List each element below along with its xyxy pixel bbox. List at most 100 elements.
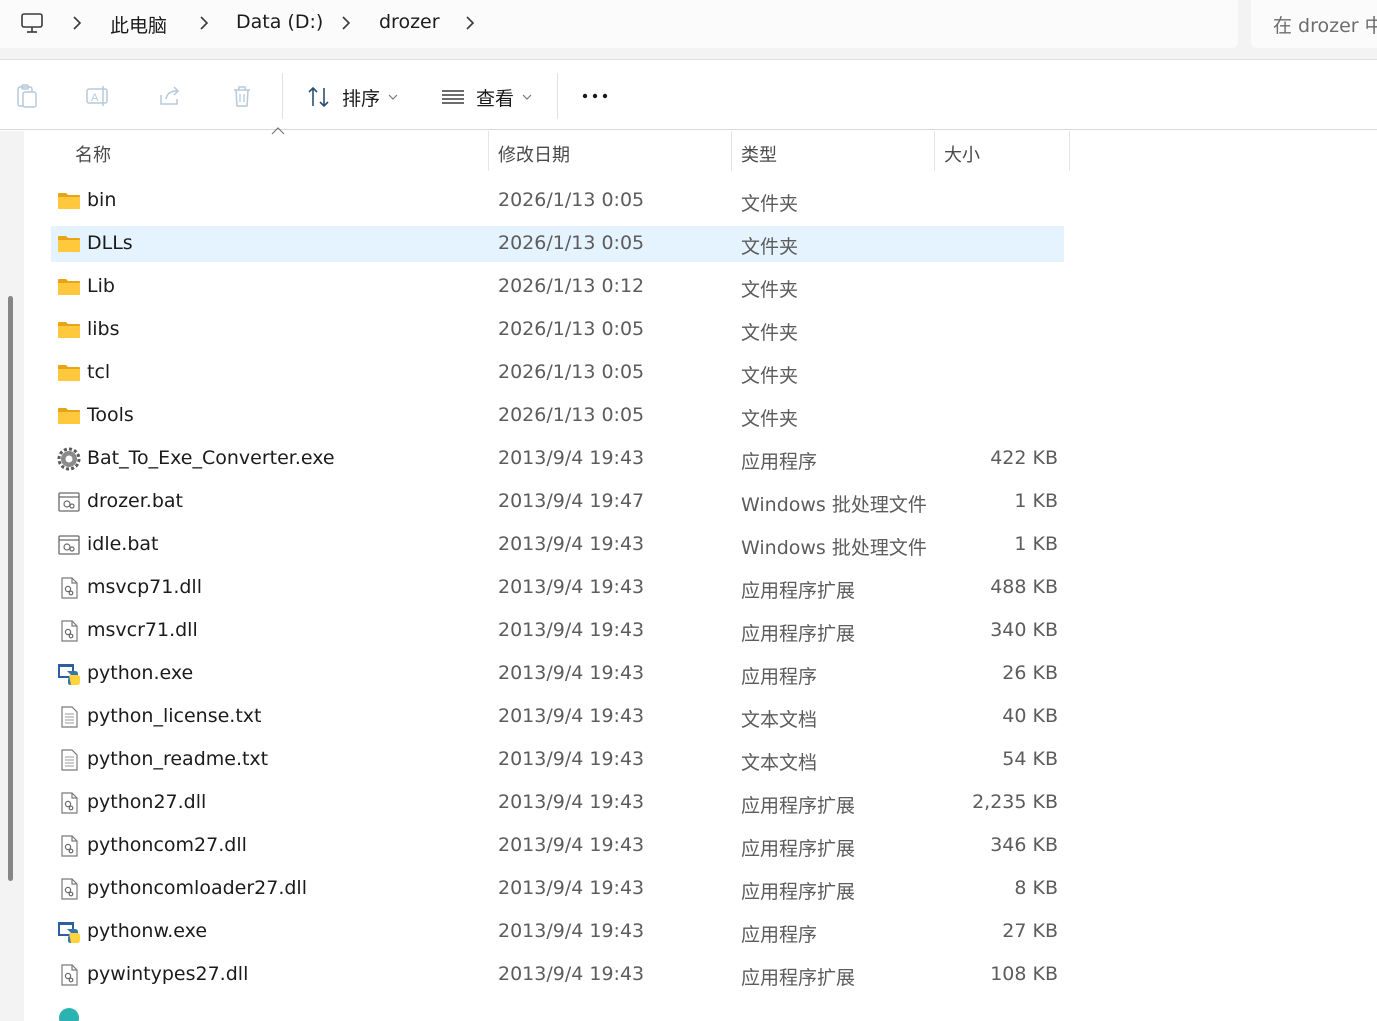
dll-file-icon xyxy=(57,791,81,815)
file-row[interactable]: python27.dll 2013/9/4 19:43 应用程序扩展 2,235 KB xyxy=(51,785,1064,821)
file-row[interactable]: idle.bat 2013/9/4 19:43 Windows 批处理文件 1 KB xyxy=(51,527,1064,563)
folder-icon xyxy=(57,361,81,385)
toolbar-divider xyxy=(282,73,283,119)
file-name: python27.dll xyxy=(87,791,207,813)
view-list-icon xyxy=(442,90,464,104)
file-row[interactable]: pythonw.exe 2013/9/4 19:43 应用程序 27 KB xyxy=(51,914,1064,950)
column-divider[interactable] xyxy=(934,131,935,171)
file-type: 文件夹 xyxy=(741,365,799,387)
search-input[interactable]: 在 drozer 中搜索 xyxy=(1273,11,1377,38)
python-icon xyxy=(57,662,81,686)
column-date-modified[interactable]: 修改日期 xyxy=(498,131,570,171)
file-size: 346 KB xyxy=(990,834,1058,856)
sort-ascending-icon xyxy=(271,127,285,135)
file-row[interactable]: pythoncom27.dll 2013/9/4 19:43 应用程序扩展 346 K… xyxy=(51,828,1064,864)
breadcrumb-folder[interactable]: drozer xyxy=(379,11,440,33)
dll-file-icon xyxy=(57,963,81,987)
file-name: bin xyxy=(87,189,117,211)
column-type[interactable]: 类型 xyxy=(741,131,777,171)
file-name: libs xyxy=(87,318,120,340)
file-type: 应用程序 xyxy=(741,451,818,473)
column-header: 名称 修改日期 类型 大小 xyxy=(50,127,1070,171)
column-divider[interactable] xyxy=(731,131,732,171)
file-row[interactable]: libs 2026/1/13 0:05 文件夹 xyxy=(51,312,1064,348)
file-date-modified: 2026/1/13 0:05 xyxy=(498,232,645,254)
file-name: idle.bat xyxy=(87,533,159,555)
breadcrumb-this-pc[interactable]: 此电脑 xyxy=(110,11,167,38)
dll-file-icon xyxy=(57,619,81,643)
vertical-scrollbar[interactable] xyxy=(8,296,13,881)
sort-icon xyxy=(308,86,329,108)
file-name: msvcp71.dll xyxy=(87,576,202,598)
file-type: 文件夹 xyxy=(741,322,799,344)
file-row[interactable]: Bat_To_Exe_Converter.exe 2013/9/4 19:43 应用… xyxy=(51,441,1064,477)
file-date-modified: 2013/9/4 19:43 xyxy=(498,705,645,727)
paste-icon[interactable] xyxy=(14,83,40,109)
text-file-icon xyxy=(57,705,81,729)
file-type: 文本文档 xyxy=(741,752,818,774)
file-size: 1 KB xyxy=(1014,490,1058,512)
file-size: 26 KB xyxy=(1002,662,1058,684)
more-options-icon[interactable] xyxy=(582,92,608,100)
column-size[interactable]: 大小 xyxy=(944,131,980,171)
file-row[interactable]: python_readme.txt 2013/9/4 19:43 文本文档 54 KB xyxy=(51,742,1064,778)
file-type: 应用程序扩展 xyxy=(741,580,856,602)
file-date-modified: 2013/9/4 19:43 xyxy=(498,834,645,856)
file-size: 1 KB xyxy=(1014,533,1058,555)
file-row[interactable]: pywintypes27.dll 2013/9/4 19:43 应用程序扩展 108 … xyxy=(51,957,1064,993)
file-row[interactable]: python_license.txt 2013/9/4 19:43 文本文档 40 K… xyxy=(51,699,1064,735)
file-name: DLLs xyxy=(87,232,133,254)
file-size: 8 KB xyxy=(1014,877,1058,899)
share-icon[interactable] xyxy=(157,83,183,109)
delete-icon[interactable] xyxy=(229,83,255,109)
file-row[interactable]: Tools 2026/1/13 0:05 文件夹 xyxy=(51,398,1064,434)
file-row[interactable]: bin 2026/1/13 0:05 文件夹 xyxy=(51,183,1064,219)
file-type: 文件夹 xyxy=(741,408,799,430)
file-name: tcl xyxy=(87,361,111,383)
column-name[interactable]: 名称 xyxy=(75,131,111,171)
file-date-modified: 2026/1/13 0:05 xyxy=(498,318,645,340)
breadcrumb-drive[interactable]: Data (D:) xyxy=(236,11,323,33)
file-type: 应用程序 xyxy=(741,924,818,946)
file-row[interactable]: python.exe 2013/9/4 19:43 应用程序 26 KB xyxy=(51,656,1064,692)
file-date-modified: 2013/9/4 19:43 xyxy=(498,748,645,770)
chevron-right-icon[interactable] xyxy=(341,16,351,30)
column-divider[interactable] xyxy=(1069,131,1070,171)
file-type: 应用程序扩展 xyxy=(741,881,856,903)
file-date-modified: 2013/9/4 19:43 xyxy=(498,576,645,598)
search-box[interactable]: 在 drozer 中搜索 xyxy=(1251,0,1377,48)
chevron-right-icon[interactable] xyxy=(465,16,475,30)
text-file-icon xyxy=(57,748,81,772)
svg-text:A: A xyxy=(91,92,99,104)
file-size: 54 KB xyxy=(1002,748,1058,770)
sort-button[interactable]: 排序 xyxy=(306,81,398,113)
command-bar: A 排序 查看 xyxy=(0,61,1377,130)
file-row[interactable]: msvcr71.dll 2013/9/4 19:43 应用程序扩展 340 KB xyxy=(51,613,1064,649)
this-pc-icon[interactable] xyxy=(20,12,44,34)
file-name: python_license.txt xyxy=(87,705,262,727)
file-size: 340 KB xyxy=(990,619,1058,641)
file-row[interactable]: drozer.bat 2013/9/4 19:47 Windows 批处理文件 1 K… xyxy=(51,484,1064,520)
rename-icon[interactable]: A xyxy=(85,83,111,109)
view-button[interactable]: 查看 xyxy=(440,81,532,113)
batch-file-icon xyxy=(57,533,81,557)
file-type: Windows 批处理文件 xyxy=(741,494,927,516)
batch-file-icon xyxy=(57,490,81,514)
file-date-modified: 2013/9/4 19:43 xyxy=(498,533,645,555)
chevron-right-icon[interactable] xyxy=(72,16,82,30)
toolbar-divider xyxy=(557,73,558,119)
chevron-right-icon[interactable] xyxy=(199,16,209,30)
file-row[interactable]: msvcp71.dll 2013/9/4 19:43 应用程序扩展 488 KB xyxy=(51,570,1064,606)
file-name: Tools xyxy=(87,404,134,426)
file-row[interactable]: tcl 2026/1/13 0:05 文件夹 xyxy=(51,355,1064,391)
file-size: 40 KB xyxy=(1002,705,1058,727)
file-row[interactable]: DLLs 2026/1/13 0:05 文件夹 xyxy=(51,226,1064,262)
file-date-modified: 2013/9/4 19:47 xyxy=(498,490,645,512)
address-bar[interactable]: 此电脑 Data (D:) drozer xyxy=(0,0,1238,48)
file-date-modified: 2026/1/13 0:05 xyxy=(498,404,645,426)
file-row[interactable]: pythoncomloader27.dll 2013/9/4 19:43 应用程序扩… xyxy=(51,871,1064,907)
file-name: Bat_To_Exe_Converter.exe xyxy=(87,447,335,469)
file-row[interactable]: Lib 2026/1/13 0:12 文件夹 xyxy=(51,269,1064,305)
column-divider[interactable] xyxy=(488,131,489,171)
file-type: 文件夹 xyxy=(741,193,799,215)
